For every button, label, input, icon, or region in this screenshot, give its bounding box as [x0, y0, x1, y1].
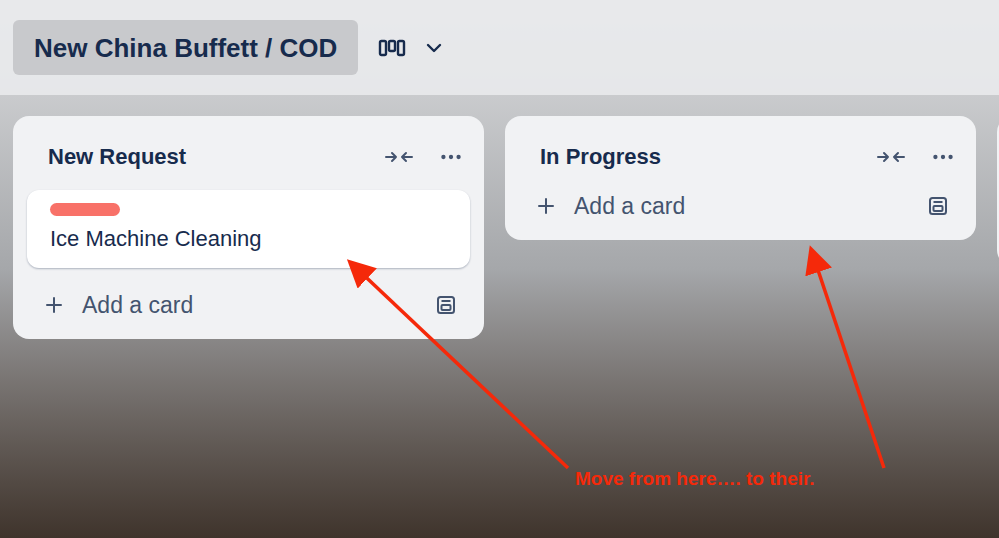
card-title: Ice Machine Cleaning [50, 224, 447, 254]
list-header: New Request [27, 116, 470, 190]
board-view-icon [378, 38, 406, 58]
list-title[interactable]: In Progress [540, 142, 876, 172]
arrow-to-card [352, 264, 568, 468]
arrow-to-list [812, 252, 884, 468]
list[interactable]: New Request Ice Machine Cleaning Add a car… [13, 116, 484, 339]
chevron-down-icon [422, 36, 446, 60]
list-title[interactable]: New Request [48, 142, 384, 172]
more-icon[interactable] [930, 144, 956, 170]
plus-icon [42, 293, 66, 317]
board-page: New China Buffett / COD New Request Ice Ma… [0, 0, 999, 538]
board-canvas: New Request Ice Machine Cleaning Add a car… [0, 95, 999, 538]
card[interactable]: Ice Machine Cleaning [27, 190, 470, 268]
collapse-icon[interactable] [876, 148, 906, 166]
board-header: New China Buffett / COD [0, 0, 999, 95]
annotation-text: Move from here…. to their. [575, 466, 815, 492]
more-icon[interactable] [438, 144, 464, 170]
add-card-button[interactable]: Add a card [519, 190, 962, 226]
template-icon[interactable] [435, 294, 457, 316]
annotation-arrows [0, 0, 999, 538]
list-partial[interactable] [997, 116, 999, 266]
list-header: In Progress [519, 116, 962, 190]
plus-icon [534, 194, 558, 218]
collapse-icon[interactable] [384, 148, 414, 166]
add-card-button[interactable]: Add a card [27, 268, 470, 325]
board-title-button[interactable]: New China Buffett / COD [13, 20, 358, 75]
list[interactable]: In Progress Add a card [505, 116, 976, 240]
view-switcher[interactable] [378, 36, 446, 60]
template-icon[interactable] [927, 195, 949, 217]
card-label[interactable] [50, 203, 120, 216]
